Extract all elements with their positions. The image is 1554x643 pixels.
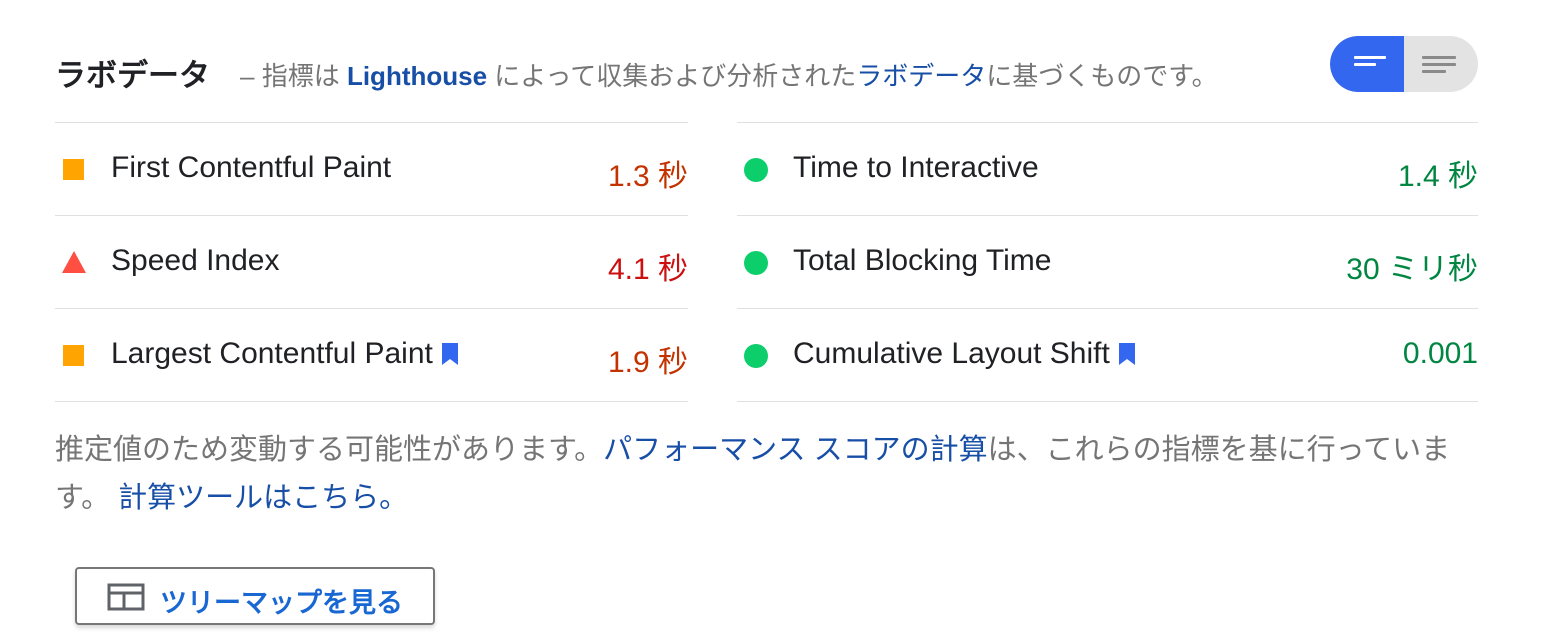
- metric-row-cumulative-layout-shift: Cumulative Layout Shift 0.001: [737, 309, 1478, 402]
- average-square-icon: [63, 345, 84, 366]
- metric-label: Cumulative Layout Shift: [793, 337, 1110, 370]
- metric-label: Time to Interactive: [793, 151, 1039, 184]
- pass-circle-icon: [744, 344, 768, 368]
- metric-label: Speed Index: [111, 244, 280, 277]
- metric-value: 1.9 秒: [607, 346, 688, 379]
- average-square-icon: [63, 159, 84, 180]
- metric-label-container: Largest Contentful Paint: [111, 337, 459, 371]
- metric-row-total-blocking-time: Total Blocking Time 30 ミリ秒: [737, 216, 1478, 309]
- metric-row-largest-contentful-paint: Largest Contentful Paint 1.9 秒: [55, 309, 688, 402]
- note-text-1: 推定値のため変動する可能性があります。: [55, 434, 604, 466]
- summary-view-toggle-button[interactable]: [1330, 36, 1404, 92]
- performance-score-link[interactable]: パフォーマンス スコアの計算: [603, 434, 987, 466]
- metric-label: First Contentful Paint: [111, 151, 392, 184]
- list-view-icon: [1422, 56, 1456, 74]
- treemap-button-label: ツリーマップを見る: [160, 588, 403, 618]
- section-title: ラボデータ: [55, 58, 210, 93]
- metric-row-speed-index: Speed Index 4.1 秒: [55, 216, 688, 309]
- metrics-column-right: Time to Interactive 1.4 秒 Total Blocking…: [737, 122, 1478, 402]
- fail-triangle-icon: [62, 251, 86, 273]
- calculator-link[interactable]: 計算ツールはこちら。: [118, 482, 408, 514]
- bookmark-icon[interactable]: [441, 342, 459, 366]
- view-treemap-button[interactable]: ツリーマップを見る: [75, 567, 435, 625]
- desc-dash: –: [240, 61, 255, 91]
- list-view-toggle-button[interactable]: [1404, 36, 1478, 92]
- metric-value: 30 ミリ秒: [1346, 253, 1478, 286]
- lab-data-panel: ラボデータ – 指標は Lighthouse によって収集および分析されたラボデ…: [0, 0, 1554, 643]
- lab-data-header: ラボデータ – 指標は Lighthouse によって収集および分析されたラボデ…: [55, 36, 1478, 96]
- pass-circle-icon: [744, 251, 768, 275]
- metric-value: 1.4 秒: [1397, 160, 1478, 193]
- metric-value: 0.001: [1402, 337, 1478, 370]
- lighthouse-link[interactable]: Lighthouse: [347, 61, 487, 91]
- metric-label: Total Blocking Time: [793, 244, 1052, 277]
- metric-label: Largest Contentful Paint: [111, 337, 433, 370]
- metric-label-container: Cumulative Layout Shift: [793, 337, 1136, 371]
- view-toggle: [1330, 36, 1478, 92]
- metrics-column-left: First Contentful Paint 1.3 秒 Speed Index…: [55, 122, 688, 402]
- summary-view-icon: [1354, 56, 1386, 74]
- desc-prefix: 指標は: [261, 61, 340, 91]
- desc-middle: によって収集および分析された: [494, 61, 857, 91]
- lab-data-link[interactable]: ラボデータ: [856, 61, 986, 91]
- estimate-note: 推定値のため変動する可能性があります。パフォーマンス スコアの計算は、これらの指…: [55, 426, 1485, 522]
- pass-circle-icon: [744, 158, 768, 182]
- metric-value: 4.1 秒: [607, 253, 688, 286]
- metric-row-first-contentful-paint: First Contentful Paint 1.3 秒: [55, 123, 688, 216]
- desc-suffix: に基づくものです。: [986, 61, 1218, 91]
- treemap-icon: [107, 583, 145, 611]
- metric-value: 1.3 秒: [607, 160, 688, 193]
- bookmark-icon[interactable]: [1118, 342, 1136, 366]
- section-description: – 指標は Lighthouse によって収集および分析されたラボデータに基づく…: [240, 56, 1218, 93]
- metric-row-time-to-interactive: Time to Interactive 1.4 秒: [737, 123, 1478, 216]
